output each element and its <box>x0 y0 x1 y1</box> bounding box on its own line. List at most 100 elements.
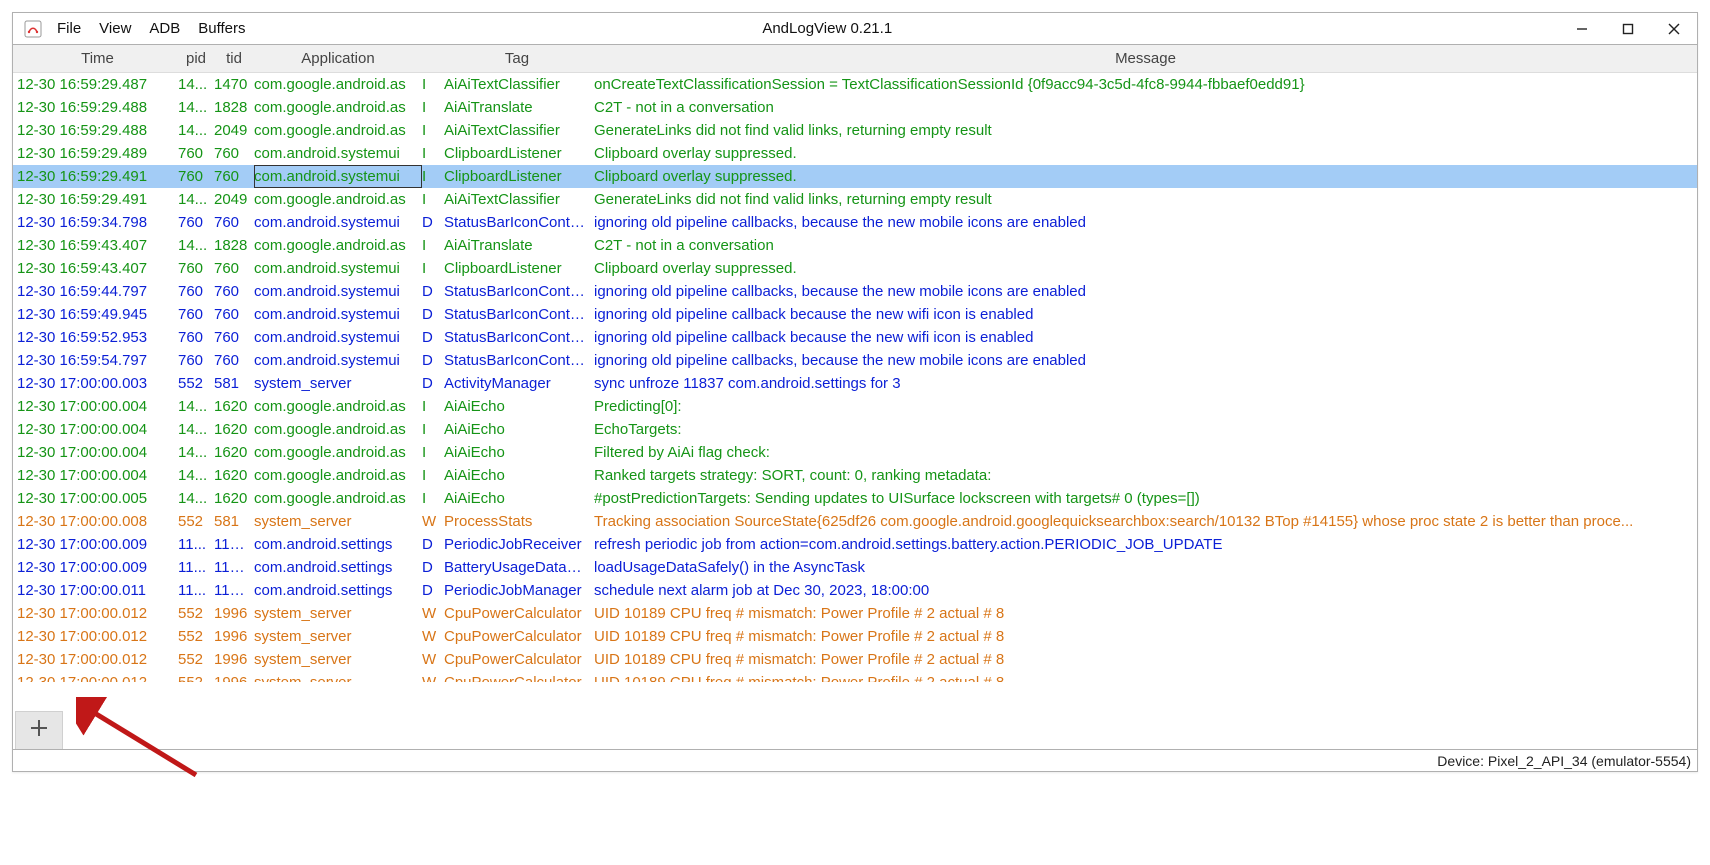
cell-tag: AiAiEcho <box>444 487 590 510</box>
cell-pid: 760 <box>178 211 214 234</box>
log-table-body[interactable]: 12-30 16:59:29.48714...1470com.google.an… <box>13 73 1697 711</box>
log-row[interactable]: 12-30 17:00:00.0125521996system_serverWC… <box>13 625 1697 648</box>
log-row[interactable]: 12-30 16:59:29.48814...1828com.google.an… <box>13 96 1697 119</box>
cell-app: com.google.android.as <box>254 188 422 211</box>
log-row[interactable]: 12-30 16:59:49.945760760com.android.syst… <box>13 303 1697 326</box>
log-row[interactable]: 12-30 16:59:29.491760760com.android.syst… <box>13 165 1697 188</box>
cell-tid: 1620 <box>214 418 254 441</box>
cell-level: I <box>422 395 444 418</box>
column-header-time[interactable]: Time <box>13 50 178 67</box>
cell-app: com.android.systemui <box>254 142 422 165</box>
cell-pid: 14... <box>178 395 214 418</box>
log-row[interactable]: 12-30 17:00:00.00414...1620com.google.an… <box>13 395 1697 418</box>
cell-level: D <box>422 579 444 602</box>
log-row[interactable]: 12-30 16:59:54.797760760com.android.syst… <box>13 349 1697 372</box>
log-row[interactable]: 12-30 17:00:00.0125521996system_serverWC… <box>13 671 1697 682</box>
cell-tid: 1470 <box>214 73 254 96</box>
cell-pid: 760 <box>178 326 214 349</box>
cell-msg: EchoTargets: <box>590 418 1697 441</box>
log-row[interactable]: 12-30 17:00:00.00911...11857com.android.… <box>13 556 1697 579</box>
cell-level: D <box>422 372 444 395</box>
cell-level: D <box>422 533 444 556</box>
cell-tag: StatusBarIconControlle <box>444 303 590 326</box>
log-row[interactable]: 12-30 17:00:00.00414...1620com.google.an… <box>13 464 1697 487</box>
log-row[interactable]: 12-30 17:00:00.00911...11837com.android.… <box>13 533 1697 556</box>
cell-app: com.google.android.as <box>254 464 422 487</box>
cell-tid: 1620 <box>214 395 254 418</box>
cell-app: system_server <box>254 602 422 625</box>
cell-app: com.android.settings <box>254 533 422 556</box>
log-row[interactable]: 12-30 16:59:52.953760760com.android.syst… <box>13 326 1697 349</box>
cell-app: com.android.systemui <box>254 165 422 188</box>
add-filter-button[interactable] <box>15 711 63 749</box>
cell-level: D <box>422 303 444 326</box>
maximize-icon[interactable] <box>1605 13 1651 45</box>
log-row[interactable]: 12-30 17:00:00.008552581system_serverWPr… <box>13 510 1697 533</box>
menu-view[interactable]: View <box>99 20 131 37</box>
menu-file[interactable]: File <box>57 20 81 37</box>
column-header-tid[interactable]: tid <box>214 50 254 67</box>
cell-app: com.google.android.as <box>254 96 422 119</box>
cell-tid: 760 <box>214 165 254 188</box>
column-header-tag[interactable]: Tag <box>444 50 590 67</box>
cell-time: 12-30 17:00:00.009 <box>13 556 178 579</box>
column-header-app[interactable]: Application <box>254 50 422 67</box>
cell-time: 12-30 17:00:00.012 <box>13 671 178 682</box>
cell-msg: Predicting[0]: <box>590 395 1697 418</box>
cell-msg: #postPredictionTargets: Sending updates … <box>590 487 1697 510</box>
plus-icon <box>28 715 50 746</box>
menu-buffers[interactable]: Buffers <box>198 20 245 37</box>
log-row[interactable]: 12-30 16:59:43.407760760com.android.syst… <box>13 257 1697 280</box>
cell-tid: 581 <box>214 372 254 395</box>
cell-tid: 1996 <box>214 648 254 671</box>
log-row[interactable]: 12-30 17:00:00.00514...1620com.google.an… <box>13 487 1697 510</box>
cell-msg: C2T - not in a conversation <box>590 96 1697 119</box>
log-row[interactable]: 12-30 16:59:29.48814...2049com.google.an… <box>13 119 1697 142</box>
minimize-icon[interactable] <box>1559 13 1605 45</box>
column-header-message[interactable]: Message <box>590 50 1697 67</box>
cell-tid: 760 <box>214 303 254 326</box>
cell-tag: AiAiEcho <box>444 441 590 464</box>
cell-pid: 760 <box>178 165 214 188</box>
cell-app: system_server <box>254 671 422 682</box>
log-row[interactable]: 12-30 17:00:00.0125521996system_serverWC… <box>13 648 1697 671</box>
cell-pid: 760 <box>178 142 214 165</box>
log-row[interactable]: 12-30 16:59:44.797760760com.android.syst… <box>13 280 1697 303</box>
cell-app: system_server <box>254 510 422 533</box>
cell-pid: 552 <box>178 602 214 625</box>
cell-app: com.google.android.as <box>254 119 422 142</box>
column-header-pid[interactable]: pid <box>178 50 214 67</box>
cell-pid: 14... <box>178 441 214 464</box>
column-header-row: Time pid tid Application Tag Message <box>13 45 1697 73</box>
log-row[interactable]: 12-30 16:59:43.40714...1828com.google.an… <box>13 234 1697 257</box>
cell-msg: Ranked targets strategy: SORT, count: 0,… <box>590 464 1697 487</box>
log-row[interactable]: 12-30 17:00:00.0125521996system_serverWC… <box>13 602 1697 625</box>
cell-msg: Filtered by AiAi flag check: <box>590 441 1697 464</box>
cell-time: 12-30 16:59:44.797 <box>13 280 178 303</box>
log-row[interactable]: 12-30 17:00:00.01111...11837com.android.… <box>13 579 1697 602</box>
cell-tid: 760 <box>214 257 254 280</box>
cell-app: system_server <box>254 372 422 395</box>
log-row[interactable]: 12-30 16:59:29.49114...2049com.google.an… <box>13 188 1697 211</box>
log-row[interactable]: 12-30 16:59:34.798760760com.android.syst… <box>13 211 1697 234</box>
cell-app: com.android.systemui <box>254 303 422 326</box>
cell-tag: AiAiTextClassifier <box>444 73 590 96</box>
log-row[interactable]: 12-30 17:00:00.00414...1620com.google.an… <box>13 441 1697 464</box>
cell-tid: 2049 <box>214 119 254 142</box>
cell-pid: 11... <box>178 579 214 602</box>
cell-pid: 552 <box>178 648 214 671</box>
cell-time: 12-30 16:59:29.488 <box>13 119 178 142</box>
app-icon <box>23 19 43 39</box>
log-row[interactable]: 12-30 17:00:00.00414...1620com.google.an… <box>13 418 1697 441</box>
cell-level: W <box>422 510 444 533</box>
cell-msg: C2T - not in a conversation <box>590 234 1697 257</box>
cell-tag: PeriodicJobReceiver <box>444 533 590 556</box>
cell-app: com.google.android.as <box>254 487 422 510</box>
log-row[interactable]: 12-30 17:00:00.003552581system_serverDAc… <box>13 372 1697 395</box>
log-row[interactable]: 12-30 16:59:29.48714...1470com.google.an… <box>13 73 1697 96</box>
menu-adb[interactable]: ADB <box>149 20 180 37</box>
close-icon[interactable] <box>1651 13 1697 45</box>
log-row[interactable]: 12-30 16:59:29.489760760com.android.syst… <box>13 142 1697 165</box>
cell-time: 12-30 16:59:54.797 <box>13 349 178 372</box>
cell-time: 12-30 16:59:29.491 <box>13 188 178 211</box>
